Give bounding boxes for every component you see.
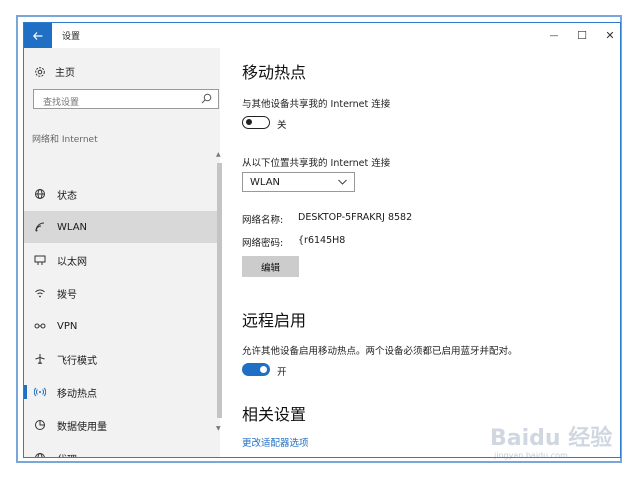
vpn-icon [34, 323, 46, 329]
sidebar-item-label: 拨号 [57, 289, 77, 301]
search-box[interactable] [33, 89, 219, 111]
sidebar-item-label: 移动热点 [57, 388, 97, 400]
toggle-knob [246, 119, 252, 125]
search-input[interactable] [43, 95, 193, 111]
edit-button[interactable]: 编辑 [242, 256, 299, 277]
wifi-icon [35, 222, 45, 232]
sidebar-item-proxy[interactable]: 代理 [24, 442, 217, 458]
share-from-label: 从以下位置共享我的 Internet 连接 [242, 158, 391, 169]
selection-indicator [24, 385, 27, 399]
share-toggle-label: 关 [277, 120, 287, 131]
maximize-icon: ☐ [577, 29, 587, 42]
sidebar-category: 网络和 Internet [32, 135, 98, 145]
close-icon: ✕ [605, 29, 615, 42]
share-from-dropdown[interactable]: WLAN [242, 172, 355, 192]
sidebar: 主页 网络和 Internet 状态 WLAN 以太网 拨号 [24, 48, 222, 458]
hotspot-icon [34, 387, 46, 397]
related-heading: 相关设置 [242, 405, 307, 424]
network-name-value: DESKTOP-5FRAKRJ 8582 [298, 212, 413, 223]
settings-window: 设置 — ☐ ✕ 主页 网络和 Internet [23, 22, 621, 458]
maximize-button[interactable]: ☐ [567, 23, 597, 48]
sidebar-item-label: VPN [57, 320, 78, 332]
data-usage-icon [35, 420, 45, 430]
sidebar-item-hotspot[interactable]: 移动热点 [24, 376, 217, 408]
sidebar-item-status[interactable]: 状态 [24, 178, 217, 210]
remote-description: 允许其他设备启用移动热点。两个设备必须都已启用蓝牙并配对。 [242, 346, 518, 357]
sidebar-item-dialup[interactable]: 拨号 [24, 277, 217, 309]
window-title: 设置 [62, 32, 81, 42]
toggle-knob [260, 366, 267, 373]
minimize-button[interactable]: — [539, 23, 569, 48]
sidebar-item-label: 状态 [57, 190, 77, 202]
sidebar-item-label: 飞行模式 [57, 355, 97, 367]
network-password-value: {r6145H8 [298, 235, 346, 246]
sidebar-item-label: 代理 [57, 451, 77, 458]
search-icon [201, 93, 212, 104]
main-content: 移动热点 与其他设备共享我的 Internet 连接 关 从以下位置共享我的 I… [220, 48, 620, 457]
dialup-icon [35, 289, 45, 298]
title-bar: 设置 — ☐ ✕ [24, 23, 620, 48]
back-button[interactable] [24, 23, 52, 48]
watermark-logo: Baidu 经验 [490, 426, 613, 451]
sidebar-item-label: WLAN [57, 221, 88, 233]
sidebar-home-label: 主页 [55, 68, 75, 79]
back-arrow-icon [33, 31, 43, 40]
chevron-down-icon [338, 179, 347, 185]
network-name-key: 网络名称: [242, 215, 284, 226]
remote-toggle-label: 开 [277, 367, 287, 378]
remote-toggle[interactable] [242, 363, 270, 376]
share-toggle[interactable] [242, 116, 270, 129]
sidebar-item-data-usage[interactable]: 数据使用量 [24, 409, 217, 441]
airplane-icon [35, 354, 45, 364]
sidebar-item-airplane[interactable]: 飞行模式 [24, 343, 217, 375]
remote-heading: 远程启用 [242, 311, 307, 330]
adapter-options-link[interactable]: 更改适配器选项 [242, 435, 309, 449]
ethernet-icon [34, 255, 46, 265]
share-from-value: WLAN [250, 176, 281, 188]
sidebar-item-wlan[interactable]: WLAN [24, 211, 217, 243]
sidebar-item-label: 以太网 [57, 256, 87, 268]
network-password-key: 网络密码: [242, 238, 284, 249]
sidebar-item-ethernet[interactable]: 以太网 [24, 244, 217, 276]
globe-icon [35, 453, 45, 457]
gear-icon [35, 66, 45, 77]
globe-status-icon [35, 189, 45, 199]
sidebar-item-vpn[interactable]: VPN [24, 310, 217, 342]
minimize-icon: — [549, 30, 559, 41]
close-button[interactable]: ✕ [595, 23, 620, 48]
watermark-url: jingyan.baidu.com [494, 451, 568, 460]
share-label: 与其他设备共享我的 Internet 连接 [242, 99, 391, 110]
hotspot-heading: 移动热点 [242, 63, 307, 82]
sidebar-item-label: 数据使用量 [57, 421, 107, 433]
sidebar-home[interactable]: 主页 [34, 64, 75, 79]
